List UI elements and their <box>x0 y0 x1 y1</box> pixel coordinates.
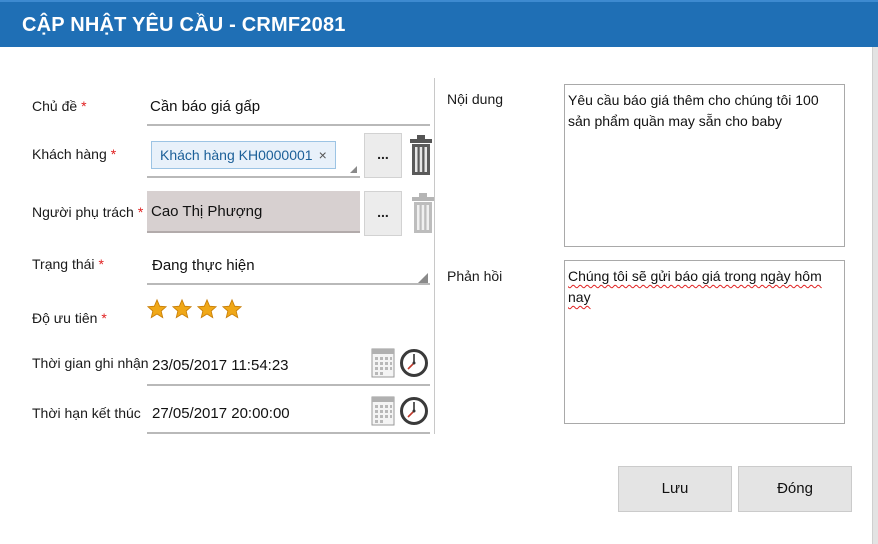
tag-remove-icon[interactable]: × <box>319 147 327 163</box>
star-icon[interactable] <box>221 298 242 320</box>
star-icon[interactable] <box>147 298 167 320</box>
feedback-textarea[interactable]: Chúng tôi sẽ gửi báo giá trong ngày hôm … <box>564 260 845 424</box>
status-underline <box>147 283 430 285</box>
customer-browse-button[interactable]: ... <box>364 133 402 178</box>
dialog-title: CẬP NHẬT YÊU CẦU - CRMF2081 <box>22 14 346 36</box>
subject-input[interactable]: Cần báo giá gấp <box>150 98 260 115</box>
received-time-underline <box>147 384 430 386</box>
clock-icon[interactable] <box>400 391 428 431</box>
owner-browse-button[interactable]: ... <box>364 191 402 236</box>
close-button[interactable]: Đóng <box>738 466 852 512</box>
calendar-icon[interactable] <box>371 393 395 427</box>
owner-label: Người phụ trách * <box>32 204 144 220</box>
received-time-label: Thời gian ghi nhận <box>32 355 149 371</box>
dropdown-corner-icon[interactable] <box>418 273 428 283</box>
customer-delete-icon[interactable] <box>408 133 434 177</box>
calendar-icon[interactable] <box>371 345 395 379</box>
customer-label: Khách hàng * <box>32 146 117 162</box>
priority-rating[interactable] <box>147 298 243 323</box>
dialog-titlebar: CẬP NHẬT YÊU CẦU - CRMF2081 <box>0 0 878 47</box>
customer-input[interactable]: Khách hàng KH0000001 × <box>147 133 360 178</box>
owner-input[interactable]: Cao Thị Phượng <box>147 191 360 233</box>
owner-value: Cao Thị Phượng <box>151 203 263 220</box>
column-divider <box>434 78 435 434</box>
deadline-input[interactable]: 27/05/2017 20:00:00 <box>152 405 290 422</box>
resize-corner-icon <box>350 166 357 173</box>
customer-tag: Khách hàng KH0000001 × <box>151 141 336 169</box>
star-icon[interactable] <box>196 298 217 320</box>
feedback-label: Phản hồi <box>447 268 503 284</box>
status-label: Trạng thái * <box>32 256 104 272</box>
deadline-underline <box>147 432 430 434</box>
clock-icon[interactable] <box>400 343 428 383</box>
save-button[interactable]: Lưu <box>618 466 732 512</box>
received-time-input[interactable]: 23/05/2017 11:54:23 <box>152 357 289 374</box>
subject-underline <box>147 124 430 126</box>
owner-delete-icon <box>412 193 434 233</box>
window-edge <box>872 47 878 544</box>
deadline-label: Thời hạn kết thúc <box>32 405 141 421</box>
status-select[interactable]: Đang thực hiện <box>152 257 255 274</box>
content-textarea[interactable]: Yêu cầu báo giá thêm cho chúng tôi 100 s… <box>564 84 845 247</box>
star-icon[interactable] <box>171 298 192 320</box>
subject-label: Chủ đề * <box>32 98 87 114</box>
content-label: Nội dung <box>447 91 504 107</box>
priority-label: Độ ưu tiên * <box>32 310 107 326</box>
